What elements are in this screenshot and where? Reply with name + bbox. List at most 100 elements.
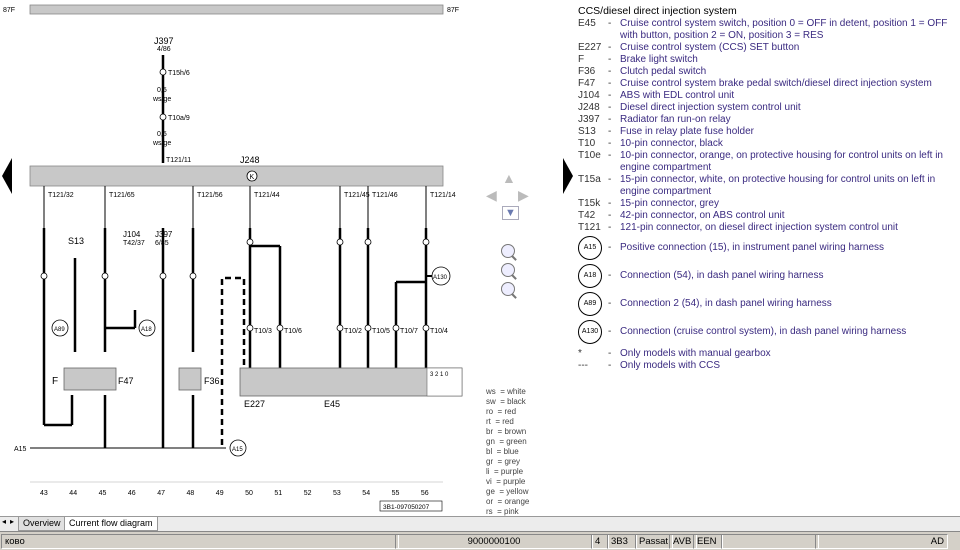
e45-label: E45	[324, 399, 340, 409]
e227-label: E227	[244, 399, 265, 409]
j397-b-label: J397	[155, 230, 173, 239]
t10-label: T10/7	[400, 328, 418, 335]
wire-color-entry: gn = green	[486, 437, 527, 446]
legend-row: E45- Cruise control system switch, positi…	[578, 18, 948, 41]
t10-label: T10/3	[254, 328, 272, 335]
j248-label: J248	[240, 155, 260, 165]
wire-color-entry: ge = yellow	[486, 487, 529, 496]
wire-color-entry: li = purple	[486, 467, 524, 476]
status-field-2: 3B3	[607, 534, 637, 549]
j397-top-label: J397	[154, 36, 174, 46]
pan-left-icon[interactable]: ◀	[486, 187, 497, 204]
column-number: 49	[216, 490, 224, 497]
a15-rail-label: A15	[14, 446, 27, 453]
svg-text:T42/37: T42/37	[123, 240, 145, 247]
legend-row: F36- Clutch pedal switch	[578, 66, 707, 77]
wire-color-entry: rt = red	[486, 417, 514, 426]
column-number: 55	[392, 490, 400, 497]
legend-row: J248- Diesel direct injection system cont…	[578, 102, 801, 113]
column-number: 44	[69, 490, 77, 497]
legend-row: T10-10-pin connector, black	[578, 138, 723, 149]
svg-text:A130: A130	[433, 275, 448, 281]
legend-row: J104- ABS with EDL control unit	[578, 90, 735, 101]
status-left: ково	[1, 534, 399, 549]
column-number: 47	[157, 490, 165, 497]
pin-label: T121/32	[48, 192, 74, 199]
diagram-navigator: ▲ ◀ ▶ ▼	[484, 170, 534, 300]
wire-color-entry: ws = white	[486, 387, 526, 396]
svg-text:0,5: 0,5	[157, 87, 167, 94]
tab-scroll-right-icon[interactable]: ▸	[10, 517, 14, 526]
tab-scroll-left-icon[interactable]: ◂	[2, 517, 6, 526]
wire-color-entry: or = orange	[486, 497, 530, 506]
legend-row: T10e -10-pin connector, orange, on protec…	[578, 150, 943, 173]
column-number: 52	[304, 490, 312, 497]
svg-text:F47: F47	[118, 376, 134, 386]
status-right: AD	[815, 534, 948, 549]
column-number: 48	[187, 490, 195, 497]
pan-right-icon[interactable]: ▶	[518, 187, 529, 204]
s13-label: S13	[68, 236, 84, 246]
column-number: 43	[40, 490, 48, 497]
tab-overview[interactable]: Overview	[18, 517, 66, 531]
zoom-in-icon[interactable]	[501, 263, 515, 277]
t10-label: T10/5	[372, 328, 390, 335]
brake-switch-f-f47	[63, 367, 117, 391]
legend-row: T15k -15-pin connector, grey	[578, 198, 719, 209]
rail-left-label: 87F	[3, 7, 15, 14]
t10-label: T10/2	[344, 328, 362, 335]
svg-text:A18: A18	[141, 327, 152, 333]
wire-color-entry: bl = blue	[486, 447, 519, 456]
wire-color-entry: vi = purple	[486, 477, 526, 486]
component-legend: CCS/diesel direct injection system E45- C…	[578, 5, 960, 372]
wire-color-entry: sw = black	[486, 397, 526, 406]
legend-row: J397- Radiator fan run-on relay	[578, 114, 731, 125]
legend-row: T121-121-pin connector, on diesel direct…	[578, 222, 898, 233]
legend-note-row: * - Only models with manual gearbox	[578, 348, 771, 359]
legend-connection-row: A130- Connection (cruise control system),…	[578, 320, 960, 344]
pin-label: T121/46	[372, 192, 398, 199]
status-field-5: EEN	[693, 534, 723, 549]
svg-text:A15: A15	[232, 447, 243, 453]
next-page-arrow[interactable]	[563, 158, 573, 194]
t10-label: T10/6	[284, 328, 302, 335]
t15h-label: T15h/6	[168, 70, 190, 77]
legend-row: T15a -15-pin connector, white, on protect…	[578, 174, 936, 197]
legend-row: F47- Cruise control system brake pedal sw…	[578, 78, 932, 89]
legend-connection-row: A18- Connection (54), in dash panel wirin…	[578, 264, 960, 288]
prev-page-arrow[interactable]	[2, 158, 12, 194]
pin-label: T121/44	[254, 192, 280, 199]
wire-color-legend: ws = white sw = black ro = red rt = red br =…	[486, 387, 529, 517]
svg-text:6/85: 6/85	[155, 240, 169, 247]
j248-control-unit	[29, 165, 444, 187]
pin-label: T121/14	[430, 192, 456, 199]
column-number: 45	[99, 490, 107, 497]
svg-text:ws/ge: ws/ge	[152, 96, 171, 103]
t10-label: T10/4	[430, 328, 448, 335]
column-number: 56	[421, 490, 429, 497]
svg-text:0,5: 0,5	[157, 131, 167, 138]
status-bar: ково 9000000100 4 3B3 Passat AVB EEN AD	[0, 531, 960, 550]
status-number: 9000000100	[395, 534, 593, 549]
zoom-out-icon[interactable]	[501, 282, 515, 296]
svg-text:K: K	[250, 174, 255, 181]
zoom-fit-icon[interactable]	[501, 244, 515, 258]
column-number: 51	[274, 490, 282, 497]
legend-row: F - Brake light switch	[578, 54, 698, 65]
t10a-label: T10a/9	[168, 115, 190, 122]
pin-label: T121/56	[197, 192, 223, 199]
pan-down-icon[interactable]: ▼	[502, 206, 519, 220]
column-number: 54	[362, 490, 370, 497]
wire-color-entry: gr = grey	[486, 457, 521, 466]
legend-row: E227- Cruise control system (CCS) SET but…	[578, 42, 800, 53]
svg-text:A89: A89	[54, 327, 65, 333]
legend-row: S13- Fuse in relay plate fuse holder	[578, 126, 754, 137]
tab-current-flow-diagram[interactable]: Current flow diagram	[64, 517, 158, 531]
wire-color-entry: ro = red	[486, 407, 517, 416]
clutch-switch-f36	[178, 367, 202, 391]
pan-up-icon[interactable]: ▲	[502, 170, 516, 186]
svg-text:F: F	[52, 376, 58, 387]
status-field-3: Passat	[635, 534, 673, 549]
j397-top-pin: 4/86	[157, 46, 171, 53]
column-number: 46	[128, 490, 136, 497]
